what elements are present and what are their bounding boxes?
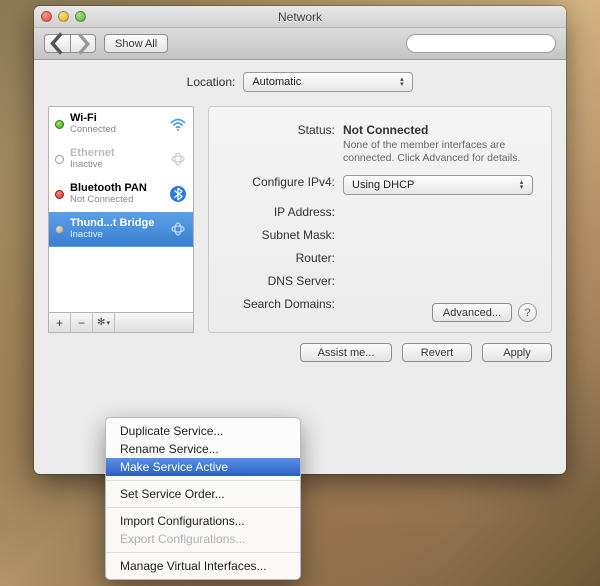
search-field[interactable] <box>406 34 556 53</box>
configure-ipv4-select[interactable]: Using DHCP ▴▾ <box>343 175 533 195</box>
menu-item-import-configurations[interactable]: Import Configurations... <box>106 512 300 530</box>
ethernet-icon <box>165 150 187 168</box>
advanced-button[interactable]: Advanced... <box>432 303 512 322</box>
status-label: Status: <box>227 123 343 137</box>
location-label: Location: <box>187 75 236 89</box>
dropdown-arrows-icon: ▴▾ <box>395 75 408 89</box>
bluetooth-icon <box>165 185 187 203</box>
service-action-menu-button[interactable]: ✻ <box>93 313 115 332</box>
ip-address-label: IP Address: <box>227 205 343 219</box>
content-area: Location: Automatic ▴▾ Wi-Fi Connected <box>34 60 566 376</box>
back-button[interactable] <box>44 34 70 53</box>
location-value: Automatic <box>252 76 301 88</box>
window-title: Network <box>34 10 566 24</box>
service-name: Ethernet <box>70 147 159 159</box>
router-label: Router: <box>227 251 343 265</box>
dropdown-arrows-icon: ▴▾ <box>515 178 528 192</box>
search-input[interactable] <box>416 38 558 50</box>
service-name: Bluetooth PAN <box>70 182 159 194</box>
show-all-button[interactable]: Show All <box>104 34 168 53</box>
forward-button[interactable] <box>70 34 96 53</box>
status-value: Not Connected <box>343 123 428 137</box>
nav-buttons <box>44 34 96 53</box>
status-dot-icon <box>55 155 64 164</box>
action-button-row: Assist me... Revert Apply <box>48 333 552 362</box>
toolbar: Show All <box>34 28 566 60</box>
status-note: None of the member interfaces are connec… <box>343 139 533 165</box>
dns-server-label: DNS Server: <box>227 274 343 288</box>
service-status: Inactive <box>70 229 159 241</box>
menu-item-make-service-active[interactable]: Make Service Active <box>106 458 300 476</box>
service-detail-panel: Status: Not Connected None of the member… <box>208 106 552 333</box>
location-row: Location: Automatic ▴▾ <box>48 72 552 92</box>
assist-me-button[interactable]: Assist me... <box>300 343 392 362</box>
close-button[interactable] <box>41 11 52 22</box>
traffic-lights <box>41 11 86 22</box>
status-dot-icon <box>55 190 64 199</box>
wifi-icon <box>165 115 187 133</box>
service-item-wifi[interactable]: Wi-Fi Connected <box>49 107 193 142</box>
service-sidebar: Wi-Fi Connected Ethernet Inactive <box>48 106 194 333</box>
minimize-button[interactable] <box>58 11 69 22</box>
service-action-menu: Duplicate Service... Rename Service... M… <box>105 417 301 580</box>
location-select[interactable]: Automatic ▴▾ <box>243 72 413 92</box>
status-dot-icon <box>55 225 64 234</box>
service-name: Thund...t Bridge <box>70 217 159 229</box>
service-item-ethernet[interactable]: Ethernet Inactive <box>49 142 193 177</box>
configure-ipv4-value: Using DHCP <box>352 179 414 191</box>
menu-item-export-configurations: Export Configurations... <box>106 530 300 548</box>
service-list-toolbar: + − ✻ <box>48 313 194 333</box>
search-domains-label: Search Domains: <box>227 297 343 311</box>
service-status: Connected <box>70 124 159 136</box>
add-service-button[interactable]: + <box>49 313 71 332</box>
remove-service-button[interactable]: − <box>71 313 93 332</box>
service-item-thunderbolt-bridge[interactable]: Thund...t Bridge Inactive <box>49 212 193 247</box>
revert-button[interactable]: Revert <box>402 343 472 362</box>
apply-button[interactable]: Apply <box>482 343 552 362</box>
configure-ipv4-label: Configure IPv4: <box>227 175 343 189</box>
zoom-button[interactable] <box>75 11 86 22</box>
status-dot-icon <box>55 120 64 129</box>
menu-item-manage-virtual-interfaces[interactable]: Manage Virtual Interfaces... <box>106 557 300 575</box>
help-button[interactable]: ? <box>518 303 537 322</box>
subnet-mask-label: Subnet Mask: <box>227 228 343 242</box>
network-preferences-window: Network Show All Location: Automatic ▴▾ <box>34 6 566 474</box>
menu-item-rename-service[interactable]: Rename Service... <box>106 440 300 458</box>
service-status: Inactive <box>70 159 159 171</box>
thunderbolt-icon <box>165 220 187 238</box>
menu-item-duplicate-service[interactable]: Duplicate Service... <box>106 422 300 440</box>
service-list[interactable]: Wi-Fi Connected Ethernet Inactive <box>48 106 194 313</box>
service-item-bluetooth[interactable]: Bluetooth PAN Not Connected <box>49 177 193 212</box>
menu-item-set-service-order[interactable]: Set Service Order... <box>106 485 300 503</box>
service-status: Not Connected <box>70 194 159 206</box>
titlebar[interactable]: Network <box>34 6 566 28</box>
service-name: Wi-Fi <box>70 112 159 124</box>
